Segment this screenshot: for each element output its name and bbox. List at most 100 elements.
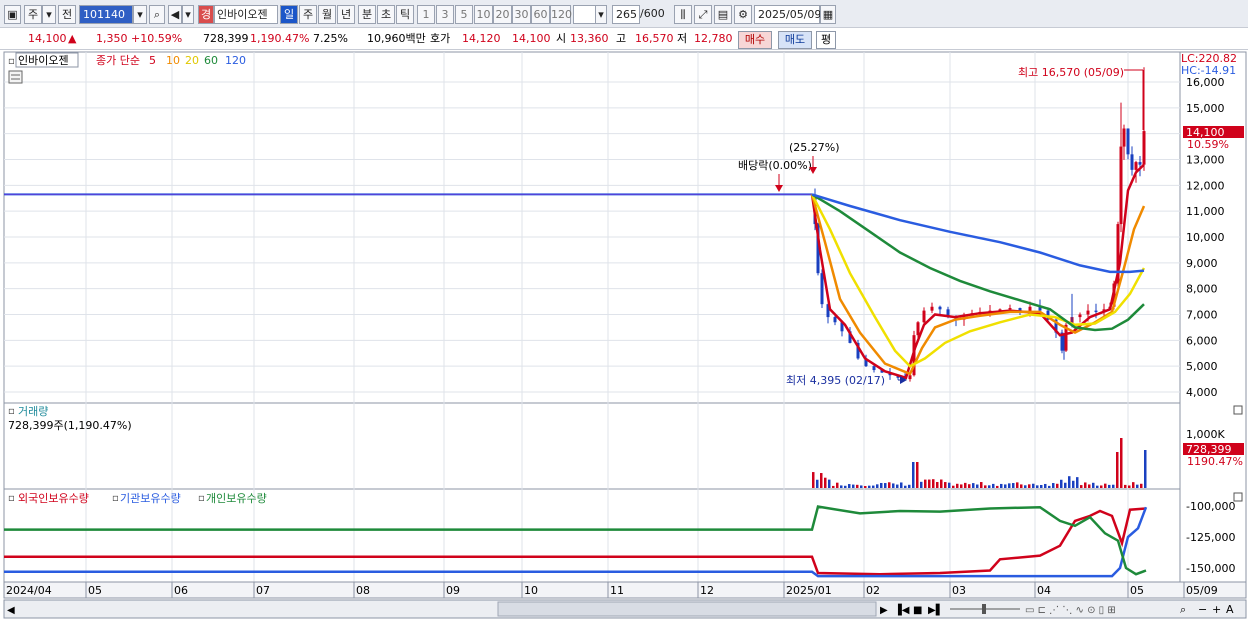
price-panel-title[interactable]: 인바이오젠 (18, 54, 69, 67)
table-icon[interactable] (8, 70, 23, 84)
price-y-tick: 11,000 (1186, 205, 1225, 218)
interval-60-button[interactable]: 60 (531, 5, 550, 24)
candle-type-icon[interactable]: ⫼ (674, 5, 692, 24)
volume-bar (884, 483, 887, 488)
ma60-label[interactable]: 60 (204, 54, 218, 67)
quote-info-bar: 14,100 ▲ 1,350 +10.59% 728,399 1,190.47%… (0, 28, 1248, 50)
speaker-icon[interactable]: ◀ (168, 5, 182, 24)
warning-badge: 경 (198, 5, 214, 24)
price-y-tick: 16,000 (1186, 76, 1225, 89)
x-axis-label: 04 (1037, 584, 1051, 597)
volume-bar (864, 485, 867, 488)
period-day-button[interactable]: 일 (280, 5, 298, 24)
volume-bar (1108, 484, 1111, 488)
code-dropdown-icon[interactable]: ▾ (133, 5, 147, 24)
volume-bar (816, 479, 819, 488)
font-size-icon[interactable]: A (1226, 603, 1234, 616)
period-tick-button[interactable]: 틱 (396, 5, 414, 24)
high-label: 고 (616, 32, 627, 45)
speaker-dropdown-icon[interactable]: ▾ (182, 5, 194, 24)
window-menu-icon[interactable]: ▣ (4, 5, 21, 24)
x-axis-label: 07 (256, 584, 270, 597)
volume-bar (1084, 482, 1087, 488)
interval-5-button[interactable]: 5 (455, 5, 473, 24)
calendar-icon[interactable]: ▦ (820, 5, 836, 24)
sell-button[interactable]: 매도 (778, 31, 812, 49)
buy-button[interactable]: 매수 (738, 31, 772, 49)
volume-bar (892, 483, 895, 488)
dividend-annotation: 배당락(0.00%) (738, 159, 812, 172)
individual-holding-label[interactable]: 개인보유수량 (206, 492, 267, 505)
holder-tick-2: -125,000 (1186, 531, 1235, 544)
candle-body (1138, 162, 1142, 165)
volume-bar (1032, 483, 1035, 488)
panel-bullet-icon: ▫ (112, 493, 119, 504)
volume-bar (1136, 484, 1139, 488)
volume-bar (1132, 482, 1135, 488)
volume-bar (964, 482, 967, 488)
period-week-button[interactable]: 주 (299, 5, 317, 24)
market-select[interactable]: 주 (24, 5, 42, 24)
x-axis-label: 05 (88, 584, 102, 597)
play-forward-icon[interactable]: ▶▌ (928, 603, 943, 616)
stock-chart[interactable]: 인바이오젠 ▫ 종가 단순 5 10 20 60 120 최고 16,570 (… (0, 50, 1248, 621)
volume-bar (872, 485, 875, 488)
ma-label[interactable]: 종가 단순 (96, 54, 140, 67)
volume-bar (812, 472, 815, 488)
ma5-label[interactable]: 5 (149, 54, 156, 67)
price-y-tick: 6,000 (1186, 334, 1218, 347)
save-icon[interactable]: ▤ (714, 5, 732, 24)
period-year-button[interactable]: 년 (337, 5, 355, 24)
volume-bar (848, 484, 851, 488)
x-axis-label: 11 (610, 584, 624, 597)
prev-button[interactable]: 전 (58, 5, 76, 24)
zoom-icon[interactable]: ⌕ (1180, 603, 1186, 616)
drawing-tools-icon[interactable]: ▭ ⊏ ⋰ ⋱ ∿ ⊙ ▯ ⊞ (1025, 605, 1116, 616)
volume-bar (1096, 485, 1099, 488)
draw-tool-icon[interactable]: ⤢ (694, 5, 712, 24)
period-minute-button[interactable]: 분 (358, 5, 376, 24)
volume-bar (924, 479, 927, 488)
price-y-tick: 5,000 (1186, 360, 1218, 373)
date-input[interactable]: 2025/05/09 (754, 5, 821, 24)
volume-close-icon[interactable] (1233, 405, 1243, 415)
interval-120-button[interactable]: 120 (550, 5, 572, 24)
price-y-tick: 10,000 (1186, 231, 1225, 244)
scroll-right-icon[interactable]: ▶ (880, 605, 888, 616)
stop-icon[interactable]: ■ (913, 605, 922, 616)
foreign-holding-label[interactable]: 외국인보유수량 (18, 492, 89, 505)
volume-bar (992, 483, 995, 488)
zoom-in-icon[interactable]: + (1212, 603, 1221, 616)
ma20-label[interactable]: 20 (185, 54, 199, 67)
turnover-rate: 7.25% (313, 32, 348, 45)
custom-interval-dropdown-icon[interactable]: ▾ (595, 5, 607, 24)
bar-count-input[interactable]: 265 (612, 5, 640, 24)
interval-10-button[interactable]: 10 (474, 5, 493, 24)
period-second-button[interactable]: 초 (377, 5, 395, 24)
period-month-button[interactable]: 월 (318, 5, 336, 24)
volume-bar (1104, 483, 1107, 488)
scrollbar-thumb[interactable] (497, 601, 877, 617)
flat-button[interactable]: 평 (816, 31, 836, 49)
market-dropdown-icon[interactable]: ▾ (42, 5, 56, 24)
interval-3-button[interactable]: 3 (436, 5, 454, 24)
panel-bullet-icon: ▫ (8, 56, 15, 67)
volume-bar (932, 479, 935, 488)
volume-panel-title[interactable]: 거래량 (18, 405, 48, 418)
volume-bar (952, 485, 955, 488)
volume-bar (1048, 485, 1051, 488)
interval-30-button[interactable]: 30 (512, 5, 531, 24)
scroll-left-icon[interactable]: ◀ (7, 605, 15, 616)
interval-1-button[interactable]: 1 (417, 5, 435, 24)
interval-20-button[interactable]: 20 (493, 5, 512, 24)
play-back-icon[interactable]: ▐◀ (894, 603, 910, 616)
zoom-out-icon[interactable]: − (1198, 603, 1207, 616)
volume-bar (852, 484, 855, 488)
ma10-label[interactable]: 10 (166, 54, 180, 67)
settings-gear-icon[interactable]: ⚙ (734, 5, 752, 24)
institution-holding-label[interactable]: 기관보유수량 (120, 492, 181, 505)
ma120-label[interactable]: 120 (225, 54, 246, 67)
search-icon[interactable]: ⌕ (149, 5, 165, 24)
stock-code-input[interactable]: 101140 (79, 5, 133, 24)
zoom-slider-handle[interactable] (982, 604, 986, 614)
